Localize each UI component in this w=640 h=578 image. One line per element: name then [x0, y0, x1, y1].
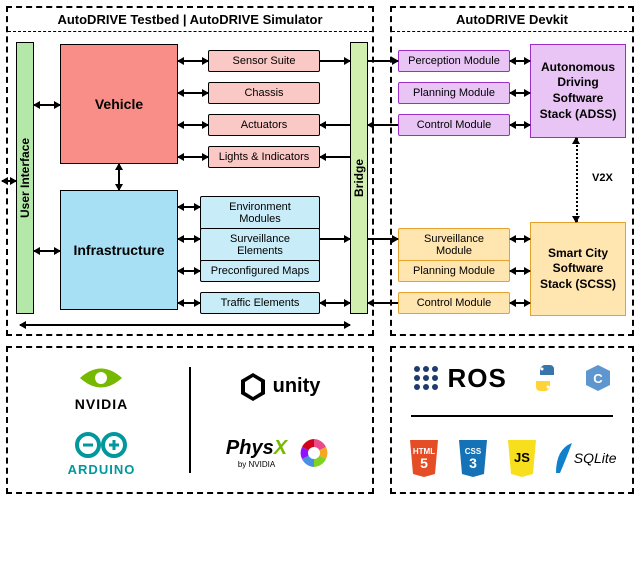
- connector: [178, 124, 208, 126]
- connector: [320, 124, 350, 126]
- connector: [368, 124, 398, 126]
- connector: [320, 156, 350, 158]
- connector: [575, 220, 577, 222]
- connector: [34, 250, 60, 252]
- bridge-label: Bridge: [352, 159, 366, 197]
- connector: [178, 156, 208, 158]
- nvidia-text: NVIDIA: [75, 396, 128, 412]
- lights-indicators-box: Lights & Indicators: [208, 146, 320, 168]
- unity-logo: unity: [237, 371, 321, 403]
- connector: [510, 270, 530, 272]
- v2x-connector: [576, 138, 578, 222]
- css3-icon: CSS3: [456, 438, 490, 478]
- sensor-suite-box: Sensor Suite: [208, 50, 320, 72]
- connector: [178, 92, 208, 94]
- surveillance-elements-box: Surveillance Elements: [200, 228, 320, 262]
- environment-modules-box: Environment Modules: [200, 196, 320, 230]
- control-module-adss-box: Control Module: [398, 114, 510, 136]
- left-panel-title: AutoDRIVE Testbed | AutoDRIVE Simulator: [8, 8, 372, 32]
- vehicle-block: Vehicle: [60, 44, 178, 164]
- arduino-logo: ARDUINO: [68, 431, 136, 477]
- connector: [20, 324, 350, 326]
- surveillance-module-box: Surveillance Module: [398, 228, 510, 262]
- scss-stack-label: Smart City Software Stack (SCSS): [535, 246, 621, 293]
- adss-stack-label: Autonomous Driving Software Stack (ADSS): [535, 60, 621, 122]
- svg-text:5: 5: [420, 455, 428, 471]
- svg-text:3: 3: [469, 455, 477, 471]
- unity-cube-icon: [237, 371, 269, 403]
- ui-label: User Interface: [18, 138, 32, 218]
- connector: [368, 302, 398, 304]
- preconfigured-maps-box: Preconfigured Maps: [200, 260, 320, 282]
- right-logos-panel: ROS C HTML5 CSS3 JS SQLite: [390, 346, 634, 494]
- connector: [575, 138, 577, 140]
- arduino-infinity-icon: [72, 431, 130, 459]
- adss-stack-box: Autonomous Driving Software Stack (ADSS): [530, 44, 626, 138]
- planning-module-scss-box: Planning Module: [398, 260, 510, 282]
- connector: [368, 238, 398, 240]
- arduino-text: ARDUINO: [68, 462, 136, 477]
- physx-logo: PhysX by NVIDIA: [226, 436, 331, 470]
- chassis-box: Chassis: [208, 82, 320, 104]
- nvidia-logo: NVIDIA: [75, 363, 128, 412]
- connector: [510, 124, 530, 126]
- control-module-scss-box: Control Module: [398, 292, 510, 314]
- connector: [118, 164, 120, 190]
- connector: [178, 302, 200, 304]
- sqlite-feather-icon: [554, 441, 574, 475]
- user-interface-bar: User Interface: [16, 42, 34, 314]
- html5-icon: HTML5: [407, 438, 441, 478]
- connector: [320, 238, 350, 240]
- connector: [178, 206, 200, 208]
- physx-sub: by NVIDIA: [226, 460, 287, 469]
- aperture-icon: [297, 436, 331, 470]
- sqlite-logo: SQLite: [554, 441, 617, 475]
- right-panel-title: AutoDRIVE Devkit: [392, 8, 632, 32]
- ros-logo: ROS: [411, 363, 506, 394]
- v2x-label: V2X: [590, 172, 615, 184]
- connector: [368, 60, 398, 62]
- ros-dots-icon: [411, 363, 441, 393]
- js-icon: JS: [505, 438, 539, 478]
- traffic-elements-box: Traffic Elements: [200, 292, 320, 314]
- ros-text: ROS: [447, 363, 506, 394]
- perception-module-box: Perception Module: [398, 50, 510, 72]
- vehicle-label: Vehicle: [95, 96, 143, 112]
- connector: [320, 302, 350, 304]
- bridge-bar: Bridge: [350, 42, 368, 314]
- infrastructure-label: Infrastructure: [73, 242, 164, 258]
- connector: [510, 92, 530, 94]
- connector: [510, 238, 530, 240]
- cpp-icon: C: [583, 363, 613, 393]
- svg-text:JS: JS: [514, 450, 530, 465]
- connector: [178, 60, 208, 62]
- sqlite-text: SQLite: [574, 450, 617, 466]
- connector: [510, 60, 530, 62]
- scss-stack-box: Smart City Software Stack (SCSS): [530, 222, 626, 316]
- connector: [320, 60, 350, 62]
- connector: [178, 270, 200, 272]
- planning-module-box: Planning Module: [398, 82, 510, 104]
- infrastructure-block: Infrastructure: [60, 190, 178, 310]
- left-logos-panel: NVIDIA ARDUINO unity PhysX by NVIDIA: [6, 346, 374, 494]
- connector: [178, 238, 200, 240]
- svg-text:C: C: [593, 371, 603, 386]
- connector: [34, 104, 60, 106]
- horizontal-divider: [411, 415, 613, 417]
- actuators-box: Actuators: [208, 114, 320, 136]
- connector: [2, 180, 16, 182]
- nvidia-eye-icon: [78, 363, 124, 393]
- python-icon: [530, 363, 560, 393]
- unity-text: unity: [273, 375, 321, 398]
- connector: [510, 302, 530, 304]
